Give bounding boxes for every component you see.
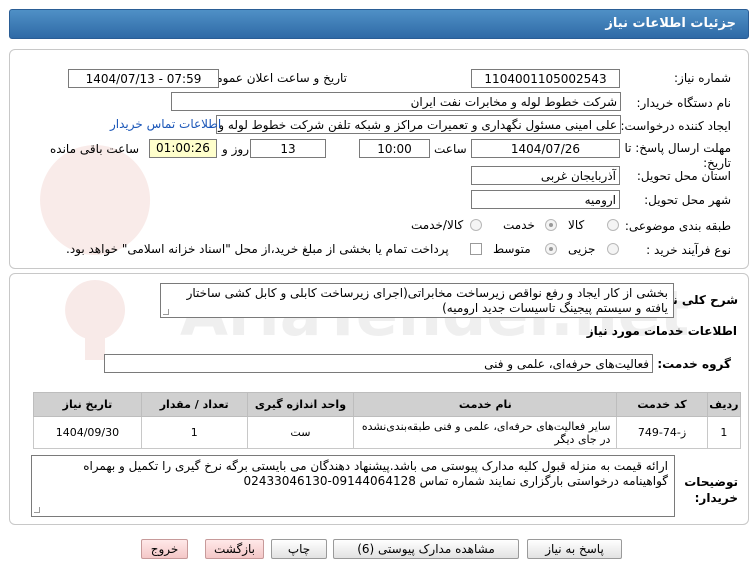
back-button[interactable]: بازگشت bbox=[205, 539, 264, 559]
treasury-checkbox[interactable] bbox=[470, 243, 482, 255]
col-need-date: تاریخ نیاز bbox=[33, 392, 142, 417]
category-radio-goods[interactable] bbox=[607, 219, 619, 231]
category-option-both: کالا/خدمت bbox=[411, 218, 464, 232]
buyer-notes-label: توضیحات خریدار: bbox=[684, 475, 738, 505]
city-label: شهر محل تحویل: bbox=[644, 193, 731, 207]
services-table: تاریخ نیاز تعداد / مقدار واحد اندازه گیر… bbox=[33, 392, 742, 449]
col-row: ردیف bbox=[706, 392, 742, 417]
col-service-code: کد خدمت bbox=[616, 392, 708, 417]
exit-button[interactable]: خروج bbox=[141, 539, 188, 559]
category-option-service: خدمت bbox=[503, 218, 535, 232]
need-desc-field: بخشی از کار ایجاد و رفع نواقص زیرساخت مخ… bbox=[160, 283, 674, 318]
need-number-label: شماره نیاز: bbox=[674, 71, 731, 85]
creator-label: ایجاد کننده درخواست: bbox=[620, 119, 731, 133]
page-title: جزئیات اطلاعات نیاز bbox=[605, 16, 736, 31]
buyer-org-field: شرکت خطوط لوله و مخابرات نفت ایران bbox=[171, 92, 621, 111]
province-field: آذربایجان غربی bbox=[471, 166, 620, 185]
page-header: جزئیات اطلاعات نیاز bbox=[9, 9, 749, 39]
resize-grip-icon[interactable] bbox=[34, 507, 40, 513]
service-group-field: فعالیت‌های حرفه‌ای، علمی و فنی bbox=[104, 354, 653, 373]
process-option-medium: متوسط bbox=[493, 242, 531, 256]
payment-note: پرداخت تمام یا بخشی از مبلغ خرید،از محل … bbox=[66, 242, 449, 256]
need-number-field: 1104001105002543 bbox=[471, 69, 620, 88]
process-label: نوع فرآیند خرید : bbox=[646, 243, 731, 257]
table-header-row: تاریخ نیاز تعداد / مقدار واحد اندازه گیر… bbox=[33, 392, 742, 417]
category-label: طبقه بندی موضوعی: bbox=[624, 219, 731, 233]
category-radio-both[interactable] bbox=[470, 219, 482, 231]
remaining-time-field: 01:00:26 bbox=[149, 139, 217, 158]
col-unit: واحد اندازه گیری bbox=[246, 392, 355, 417]
deadline-time-field: 10:00 bbox=[359, 139, 430, 158]
announce-label: تاریخ و ساعت اعلان عمومی: bbox=[202, 71, 347, 85]
buyer-org-label: نام دستگاه خریدار: bbox=[636, 96, 732, 110]
deadline-label: مهلت ارسال پاسخ: تا تاریخ: bbox=[624, 141, 731, 170]
province-label: استان محل تحویل: bbox=[636, 169, 731, 183]
remaining-label: ساعت باقی مانده bbox=[50, 142, 140, 156]
cell-row: 1 bbox=[706, 416, 742, 449]
cell-quantity: 1 bbox=[140, 416, 248, 449]
cell-service-code: ز-74-749 bbox=[616, 416, 708, 449]
col-service-name: نام خدمت bbox=[353, 392, 618, 417]
days-field: 13 bbox=[250, 139, 326, 158]
process-option-minor: جزیی bbox=[568, 242, 596, 256]
days-label: روز و bbox=[222, 142, 249, 156]
creator-field: علی امینی مسئول نگهداری و تعمیرات مراکز … bbox=[216, 115, 621, 134]
attachments-button[interactable]: مشاهده مدارک پیوستی (6) bbox=[333, 539, 519, 559]
buyer-contact-link[interactable]: اطلاعات تماس خریدار bbox=[110, 117, 221, 131]
resize-grip-icon[interactable] bbox=[163, 309, 169, 315]
announce-field: 1404/07/13 - 07:59 bbox=[68, 69, 219, 88]
category-option-goods: کالا bbox=[568, 218, 585, 232]
cell-unit: ست bbox=[246, 416, 355, 449]
services-title: اطلاعات خدمات مورد نیاز bbox=[586, 324, 737, 338]
reply-button[interactable]: پاسخ به نیاز bbox=[527, 539, 622, 559]
category-radio-service[interactable] bbox=[545, 219, 557, 231]
table-row: 1404/09/30 1 ست سایر فعالیت‌های حرفه‌ای،… bbox=[33, 416, 742, 449]
process-radio-medium[interactable] bbox=[545, 243, 557, 255]
service-group-label: گروه خدمت: bbox=[657, 357, 731, 371]
process-radio-minor[interactable] bbox=[607, 243, 619, 255]
cell-service-name: سایر فعالیت‌های حرفه‌ای، علمی و فنی طبقه… bbox=[353, 416, 618, 449]
print-button[interactable]: چاپ bbox=[271, 539, 327, 559]
cell-need-date: 1404/09/30 bbox=[33, 416, 142, 449]
buyer-notes-field: ارائه قیمت به منزله قبول کلیه مدارک پیوس… bbox=[31, 455, 675, 517]
deadline-time-label: ساعت bbox=[434, 142, 467, 156]
city-field: ارومیه bbox=[471, 190, 620, 209]
col-quantity: تعداد / مقدار bbox=[140, 392, 248, 417]
deadline-date-field: 1404/07/26 bbox=[471, 139, 620, 158]
